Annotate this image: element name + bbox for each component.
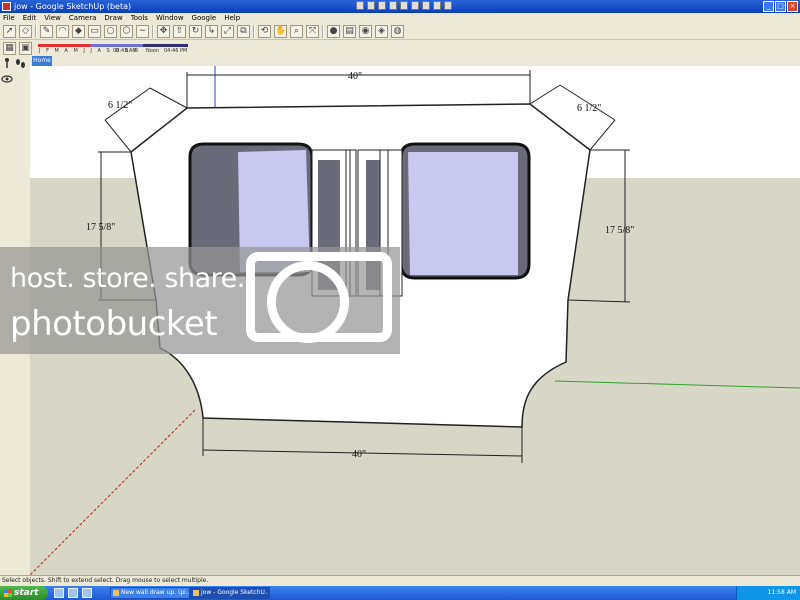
main-toolbar: ➚ ◇ ✎ ◠ ◆ ▭ ○ ⬡ ∼ ✥ ⇧ ↻ ↳ ⤢ ⧉ ⟲ ✋ ⌕ ⤧ ● … bbox=[0, 23, 800, 40]
status-text: Select objects. Shift to extend select. … bbox=[2, 577, 209, 584]
start-button[interactable]: start bbox=[0, 586, 48, 600]
window-controls: _ □ × bbox=[763, 1, 798, 12]
close-button[interactable]: × bbox=[787, 1, 798, 12]
tool-icon-9[interactable] bbox=[444, 1, 452, 10]
taskbar-item-browser[interactable]: New wall draw up. (pi... bbox=[110, 587, 190, 599]
sketchup-app-icon[interactable] bbox=[2, 2, 11, 11]
tool-icon-8[interactable] bbox=[433, 1, 441, 10]
google-earth-icon[interactable]: ◉ bbox=[359, 24, 372, 38]
zoom-icon[interactable]: ⌕ bbox=[290, 24, 303, 38]
scale-icon[interactable]: ⤢ bbox=[221, 24, 234, 38]
orbit-icon[interactable]: ⟲ bbox=[258, 24, 271, 38]
menu-google[interactable]: Google bbox=[192, 13, 217, 23]
menu-tools[interactable]: Tools bbox=[131, 13, 148, 23]
rectangle-icon[interactable]: ▭ bbox=[88, 24, 101, 38]
scene-tab-strip: Home bbox=[30, 56, 800, 66]
dim-label-left-corner: 6 1/2" bbox=[108, 100, 132, 111]
look-around-icon[interactable] bbox=[1, 75, 13, 83]
pan-icon[interactable]: ✋ bbox=[274, 24, 287, 38]
tool-icon-7[interactable] bbox=[422, 1, 430, 10]
share-model-icon[interactable]: ▤ bbox=[343, 24, 356, 38]
right-window[interactable] bbox=[399, 142, 531, 280]
tool-icon-2[interactable] bbox=[367, 1, 375, 10]
components-icon[interactable]: ◈ bbox=[375, 24, 388, 38]
paint-bucket-icon[interactable]: ◆ bbox=[72, 24, 85, 38]
dim-label-right-height: 17 5/8" bbox=[605, 225, 634, 236]
menu-help[interactable]: Help bbox=[224, 13, 240, 23]
title-tool-icons bbox=[356, 1, 452, 10]
shadow-time-end: 04:46 PM bbox=[164, 48, 188, 54]
circle-icon[interactable]: ○ bbox=[104, 24, 117, 38]
minimize-button[interactable]: _ bbox=[763, 1, 774, 12]
windows-taskbar: start New wall draw up. (pi... jow - Goo… bbox=[0, 586, 800, 600]
tool-icon-1[interactable] bbox=[356, 1, 364, 10]
media-player-icon[interactable] bbox=[82, 588, 92, 598]
status-bar: Select objects. Shift to extend select. … bbox=[0, 575, 800, 586]
toolbar-divider bbox=[322, 24, 324, 38]
polygon-icon[interactable]: ⬡ bbox=[120, 24, 133, 38]
footprints-icon[interactable] bbox=[16, 59, 25, 68]
tool-icon-5[interactable] bbox=[400, 1, 408, 10]
arc-icon[interactable]: ◠ bbox=[56, 24, 69, 38]
system-tray: 11:58 AM bbox=[736, 586, 800, 600]
toolbar-divider bbox=[253, 24, 255, 38]
zoom-extents-icon[interactable]: ⤧ bbox=[306, 24, 319, 38]
shadow-time-start: 06:43 AM bbox=[113, 48, 137, 54]
toolbar-divider bbox=[35, 24, 37, 38]
ie-icon[interactable] bbox=[54, 588, 64, 598]
title-bar: jow - Google SketchUp (beta) _ □ × bbox=[0, 0, 800, 13]
menu-window[interactable]: Window bbox=[156, 13, 184, 23]
dim-label-right-corner: 6 1/2" bbox=[577, 103, 601, 114]
menu-draw[interactable]: Draw bbox=[104, 13, 122, 23]
shadow-slider-bar[interactable] bbox=[38, 44, 188, 47]
shadows-toggle-icon[interactable]: ▣ bbox=[19, 41, 32, 55]
tool-icon-6[interactable] bbox=[411, 1, 419, 10]
photobucket-watermark: host. store. share. photobucket bbox=[0, 247, 400, 354]
tool-icon-3[interactable] bbox=[378, 1, 386, 10]
left-toolbar bbox=[0, 56, 30, 86]
menu-bar: File Edit View Camera Draw Tools Window … bbox=[0, 13, 800, 23]
left-toolbar-icons bbox=[1, 58, 25, 83]
dim-label-left-height: 17 5/8" bbox=[86, 222, 115, 233]
camera-lens-icon bbox=[267, 261, 349, 343]
dim-label-bottom: 40" bbox=[352, 449, 366, 460]
watermark-tagline: host. store. share. bbox=[10, 263, 245, 294]
pencil-icon[interactable]: ✎ bbox=[40, 24, 53, 38]
menu-camera[interactable]: Camera bbox=[69, 13, 96, 23]
materials-icon[interactable]: ◍ bbox=[391, 24, 404, 38]
watermark-brand: photobucket bbox=[10, 304, 218, 344]
select-icon[interactable]: ➚ bbox=[3, 24, 16, 38]
quick-launch bbox=[54, 588, 92, 598]
shadow-noon-label: Noon bbox=[146, 48, 160, 54]
maximize-button[interactable]: □ bbox=[775, 1, 786, 12]
menu-view[interactable]: View bbox=[44, 13, 61, 23]
taskbar-item-sketchup[interactable]: jow - Google SketchU... bbox=[190, 587, 270, 599]
move-icon[interactable]: ✥ bbox=[157, 24, 170, 38]
outlook-icon[interactable] bbox=[68, 588, 78, 598]
window-title: jow - Google SketchUp (beta) bbox=[14, 2, 132, 11]
menu-file[interactable]: File bbox=[3, 13, 15, 23]
offset-icon[interactable]: ⧉ bbox=[237, 24, 250, 38]
get-models-icon[interactable]: ● bbox=[327, 24, 340, 38]
push-pull-icon[interactable]: ⇧ bbox=[173, 24, 186, 38]
dim-label-top: 40" bbox=[348, 71, 362, 82]
shadow-settings-icon[interactable]: ▦ bbox=[3, 41, 16, 55]
eraser-icon[interactable]: ◇ bbox=[19, 24, 32, 38]
freehand-icon[interactable]: ∼ bbox=[136, 24, 149, 38]
follow-me-icon[interactable]: ↳ bbox=[205, 24, 218, 38]
clock[interactable]: 11:58 AM bbox=[768, 589, 796, 596]
tool-icon-4[interactable] bbox=[389, 1, 397, 10]
walk-icon[interactable] bbox=[5, 58, 9, 68]
shadow-date-slider[interactable]: J F M A M J J A S O N D 06:43 AM Noon 04… bbox=[38, 44, 188, 56]
tab-home[interactable]: Home bbox=[32, 56, 52, 66]
rotate-icon[interactable]: ↻ bbox=[189, 24, 202, 38]
menu-edit[interactable]: Edit bbox=[23, 13, 37, 23]
toolbar-divider bbox=[152, 24, 154, 38]
